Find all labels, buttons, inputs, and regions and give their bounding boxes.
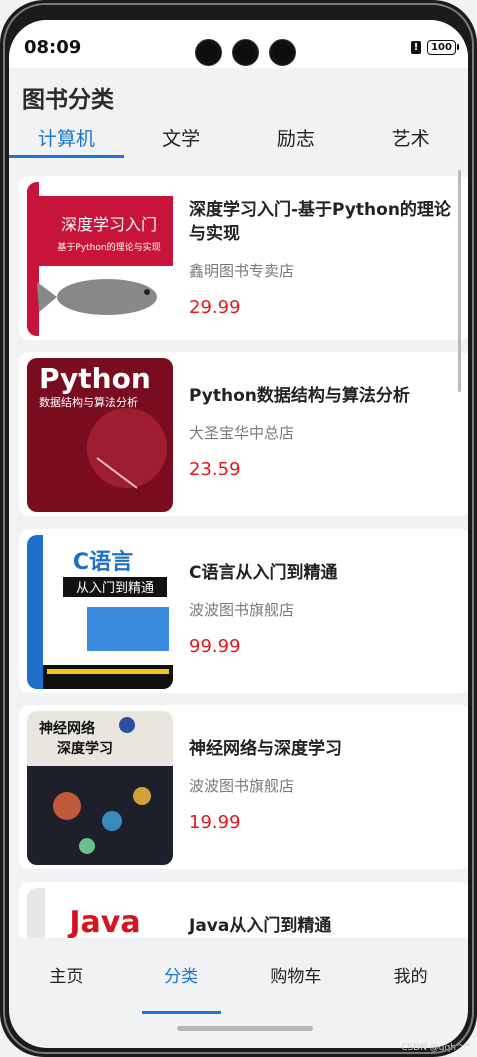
cover-subtitle: 数据结构与算法分析	[39, 395, 138, 409]
status-time: 08:09	[24, 37, 82, 58]
book-card[interactable]: C语言 从入门到精通 C语言从入门到精通 波波图书旗舰店 99.99	[19, 529, 468, 693]
device-frame: 08:09 ! 100 图书分类 计算机 文学 励志 艺术 深度学习入门 基于P…	[0, 0, 477, 1057]
tab-computer[interactable]: 计算机	[9, 116, 124, 158]
cover-title: 深度学习入门	[61, 215, 157, 234]
book-cover-image: Python 数据结构与算法分析	[27, 358, 173, 512]
tab-literature[interactable]: 文学	[124, 116, 239, 158]
status-bar: 08:09 ! 100	[9, 20, 468, 68]
tab-art[interactable]: 艺术	[353, 116, 468, 158]
cover-subtitle: 深度学习	[57, 740, 113, 757]
category-tabs: 计算机 文学 励志 艺术	[9, 116, 468, 158]
nav-mine[interactable]: 我的	[353, 940, 468, 996]
book-list[interactable]: 深度学习入门 基于Python的理论与实现 深度学习入门-基于Python的理论…	[9, 170, 468, 938]
store-name: 鑫明图书专卖店	[189, 262, 295, 280]
store-name: 波波图书旗舰店	[189, 601, 295, 619]
book-price: 23.59	[189, 459, 241, 480]
cover-title: Python	[39, 362, 151, 395]
alert-icon: !	[411, 41, 421, 54]
book-card[interactable]: 神经网络 深度学习 神经网络与深度学习 波波图书旗舰店 19.99	[19, 705, 468, 869]
tab-inspiration[interactable]: 励志	[239, 116, 354, 158]
camera-icon	[269, 39, 296, 66]
book-cover-image: C语言 从入门到精通	[27, 535, 173, 689]
book-price: 99.99	[189, 636, 241, 657]
cover-title: 神经网络	[39, 720, 95, 737]
book-cover-image: 神经网络 深度学习	[27, 711, 173, 865]
watermark: CSDN @gqh^^	[401, 1043, 471, 1053]
book-title[interactable]: Python数据结构与算法分析	[189, 384, 459, 408]
book-cover-image: 深度学习入门 基于Python的理论与实现	[27, 182, 173, 336]
book-info: 深度学习入门-基于Python的理论与实现 鑫明图书专卖店 29.99	[189, 198, 459, 318]
nav-category[interactable]: 分类	[124, 940, 239, 1014]
nav-home[interactable]: 主页	[9, 940, 124, 996]
header: 图书分类	[9, 68, 468, 113]
book-info: Python数据结构与算法分析 大圣宝华中总店 23.59	[189, 384, 459, 480]
book-card[interactable]: Java Java从入门到精通	[19, 882, 468, 938]
book-title[interactable]: C语言从入门到精通	[189, 561, 459, 585]
book-cover-image: Java	[27, 888, 173, 938]
camera-cutouts	[195, 39, 296, 66]
status-right: ! 100	[411, 40, 459, 55]
cover-subtitle: 从入门到精通	[76, 581, 154, 596]
store-name: 波波图书旗舰店	[189, 777, 295, 795]
book-title[interactable]: Java从入门到精通	[189, 914, 459, 938]
battery-icon: 100	[427, 40, 459, 55]
camera-icon	[195, 39, 222, 66]
book-info: C语言从入门到精通 波波图书旗舰店 99.99	[189, 561, 459, 657]
book-title[interactable]: 神经网络与深度学习	[189, 737, 459, 761]
cover-title: Java	[67, 905, 140, 938]
book-price: 29.99	[189, 297, 241, 318]
book-price: 19.99	[189, 812, 241, 833]
scrollbar[interactable]	[458, 170, 461, 392]
camera-icon	[232, 39, 259, 66]
screen: 08:09 ! 100 图书分类 计算机 文学 励志 艺术 深度学习入门 基于P…	[9, 20, 468, 1048]
bottom-nav: 主页 分类 购物车 我的	[9, 940, 468, 1014]
book-card[interactable]: Python 数据结构与算法分析 Python数据结构与算法分析 大圣宝华中总店…	[19, 352, 468, 516]
book-card[interactable]: 深度学习入门 基于Python的理论与实现 深度学习入门-基于Python的理论…	[19, 176, 468, 340]
cover-subtitle: 基于Python的理论与实现	[57, 241, 160, 253]
book-info: Java从入门到精通	[189, 914, 459, 938]
cover-title: C语言	[73, 549, 133, 575]
book-title[interactable]: 深度学习入门-基于Python的理论与实现	[189, 198, 459, 246]
book-info: 神经网络与深度学习 波波图书旗舰店 19.99	[189, 737, 459, 833]
home-indicator[interactable]	[177, 1026, 313, 1031]
page-title: 图书分类	[22, 87, 114, 113]
nav-cart[interactable]: 购物车	[239, 940, 354, 996]
store-name: 大圣宝华中总店	[189, 424, 295, 442]
